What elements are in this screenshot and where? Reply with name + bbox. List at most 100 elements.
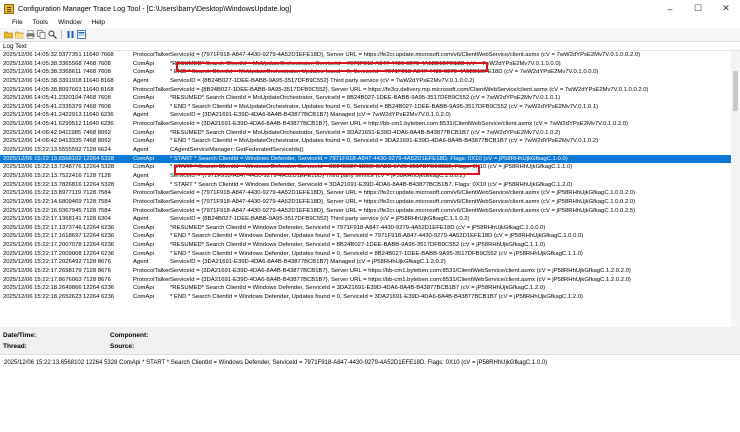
log-component: ProtocolTalker xyxy=(133,207,171,214)
log-row[interactable]: 2025/12/06 15:22:18.265262312264 6236 Com… xyxy=(0,293,731,302)
open-folder-icon[interactable] xyxy=(4,30,13,39)
maximize-button[interactable]: ☐ xyxy=(684,0,712,17)
menu-help[interactable]: Help xyxy=(86,19,110,26)
log-timestamp: 2025/12/06 15:22:13.6568102 xyxy=(3,155,82,162)
log-component: ComApi xyxy=(133,138,154,145)
log-row[interactable]: 2025/12/06 15:22:17.86760637128 8676 Prot… xyxy=(0,276,731,285)
highlight-icon[interactable] xyxy=(77,30,86,39)
log-row[interactable]: 2025/12/06 14:05:38.3368611 7468 7608 ComA… xyxy=(0,68,731,77)
log-row[interactable]: 2025/12/06 14:05:38.809766311640 8168 Pro… xyxy=(0,86,731,95)
log-component: ProtocolTalker xyxy=(133,190,171,197)
log-message: ServiceId = {7971F918-A847-4430-9279-4A5… xyxy=(170,52,641,58)
log-thread-id: 12264 6236 xyxy=(83,242,115,249)
log-row[interactable]: 2025/12/06 14:05:32.937735111640 7668 Pro… xyxy=(0,51,731,60)
log-row[interactable]: 2025/12/06 15:22:17.20264927128 8676 Agen… xyxy=(0,258,731,267)
log-row[interactable]: 2025/12/06 14:05:38.339191811640 8168 Age… xyxy=(0,77,731,86)
date-time-label: Date/Time: xyxy=(3,332,37,339)
log-message: * END * Search ClientId = Windows Defend… xyxy=(170,293,583,300)
close-button[interactable]: ✕ xyxy=(712,0,740,17)
log-message: ServiceId = {7971F918-A847-4430-9279-4A5… xyxy=(170,198,636,205)
log-message: ServiceID = {3DA21691-E39D-4DA6-8A4B-B43… xyxy=(170,259,446,266)
menu-bar: File Tools Window Help xyxy=(0,17,740,28)
log-thread-id: 12264 6236 xyxy=(83,250,115,257)
log-row[interactable]: 2025/12/06 14:05:41.23201047468 7608 ComA… xyxy=(0,94,731,103)
log-row[interactable]: 2025/12/06 15:22:13.724877612264 5328 Com… xyxy=(0,163,731,172)
log-list[interactable]: 2025/12/06 14:05:32.937735111640 7668 Pro… xyxy=(0,51,731,327)
log-timestamp: 2025/12/06 15:22:18.2649866 xyxy=(3,285,82,292)
log-timestamp: 2025/12/06 15:22:17.2026492 xyxy=(3,259,82,266)
log-row[interactable]: 2025/12/06 15:22:13.75224167128 7128 Agen… xyxy=(0,172,731,181)
log-timestamp: 2025/12/06 15:22:13.7248776 xyxy=(3,164,82,171)
minimize-button[interactable]: – xyxy=(656,0,684,17)
log-component: ComApi xyxy=(133,129,154,136)
open-icon[interactable] xyxy=(15,30,24,39)
log-vertical-scrollbar[interactable] xyxy=(731,51,740,327)
log-thread-id: 12264 6236 xyxy=(83,224,115,231)
log-message: ServiceId = {7971F918-A847-4430-9279-4A5… xyxy=(170,190,636,197)
menu-window[interactable]: Window xyxy=(53,19,86,26)
log-row[interactable]: 2025/12/06 14:06:42.9411985 7468 8092 ComA… xyxy=(0,129,731,138)
log-thread-id: 12264 5328 xyxy=(83,181,115,188)
log-row[interactable]: 2025/12/06 15:22:16.93679457128 7584 Prot… xyxy=(0,207,731,216)
log-timestamp: 2025/12/06 15:22:14.6809469 xyxy=(3,198,82,205)
log-component: ComApi xyxy=(133,95,154,102)
log-thread-id: 7128 6304 xyxy=(83,216,111,223)
log-message: *RESUMED* Search ClientId = MoUpdateOrch… xyxy=(170,95,561,102)
log-message: ServiceId = {3DA21691-E39D-4DA6-8A4B-B43… xyxy=(170,276,631,283)
find-icon[interactable] xyxy=(48,30,57,39)
log-component: Agent xyxy=(133,172,149,179)
log-timestamp: 2025/12/06 15:22:17.1373746 xyxy=(3,224,82,231)
log-text-header[interactable]: Log Text xyxy=(0,42,740,51)
log-row[interactable]: 2025/12/06 15:22:14.68094697128 7584 Prot… xyxy=(0,198,731,207)
log-timestamp: 2025/12/06 15:22:17.2009008 xyxy=(3,250,82,257)
log-component: Agent xyxy=(133,77,149,84)
log-row[interactable]: 2025/12/06 14:05:41.23353797468 7608 ComA… xyxy=(0,103,731,112)
log-thread-id: 11640 7668 xyxy=(83,52,114,58)
detail-log-text[interactable]: 2025/12/06 15:22:13.6568102 12264 5328 C… xyxy=(0,354,740,432)
copy-icon[interactable] xyxy=(37,30,46,39)
log-component: Agent xyxy=(133,147,149,154)
log-row[interactable]: 2025/12/06 15:22:17.200900812264 6236 Com… xyxy=(0,250,731,259)
log-thread-id: 7128 7584 xyxy=(83,190,111,197)
log-row[interactable]: 2025/12/06 15:22:17.26981797128 8676 Prot… xyxy=(0,267,731,276)
log-row[interactable]: 2025/12/06 15:22:13.55555927128 6624 Agen… xyxy=(0,146,731,155)
log-message: * END * Search ClientId = Windows Defend… xyxy=(170,250,583,257)
menu-file[interactable]: File xyxy=(0,19,28,26)
log-timestamp: 2025/12/06 15:22:13.7826816 xyxy=(3,181,82,188)
log-row[interactable]: 2025/12/06 15:22:17.13681417128 6304 Agen… xyxy=(0,215,731,224)
pause-icon[interactable] xyxy=(66,30,75,39)
log-row[interactable]: 2025/12/06 14:05:41.242291311640 6236 Age… xyxy=(0,111,731,120)
log-row[interactable]: 2025/12/06 15:22:13.8977119 7128 7584 Prot… xyxy=(0,189,731,198)
log-message: ServiceID = {3DA21691-E39D-4DA6-8A4B-B43… xyxy=(170,112,451,119)
print-icon[interactable] xyxy=(26,30,35,39)
log-row[interactable]: 2025/12/06 14:05:41.629951211640 6236 Pro… xyxy=(0,120,731,129)
log-thread-id: 7468 7608 xyxy=(83,103,111,110)
log-message: ServiceId = {3DA21691-E39D-4DA6-8A4B-B43… xyxy=(170,121,629,128)
log-row[interactable]: 2025/12/06 15:22:17.200707812264 6236 Com… xyxy=(0,241,731,250)
log-timestamp: 2025/12/06 15:22:17.8676063 xyxy=(3,276,82,283)
log-row[interactable]: 2025/12/06 14:05:38.33655687468 7608 ComA… xyxy=(0,60,731,69)
log-timestamp: 2025/12/06 15:22:17.1368141 xyxy=(3,216,82,223)
log-row[interactable]: 2025/12/06 15:22:17.161869712264 6236 Com… xyxy=(0,232,731,241)
menu-tools[interactable]: Tools xyxy=(28,19,53,26)
toolbar xyxy=(0,28,740,42)
log-message: * END * Search ClientId = MoUpdateOrches… xyxy=(170,69,599,76)
log-message: * START * Search ClientId = Windows Defe… xyxy=(170,155,568,162)
log-row[interactable]: 2025/12/06 14:06:42.94133357468 8092 ComA… xyxy=(0,137,731,146)
log-row[interactable]: 2025/12/06 15:22:13.782681612264 5328 Com… xyxy=(0,181,731,190)
log-row[interactable]: 2025/12/06 15:22:17.137374612264 6236 Com… xyxy=(0,224,731,233)
log-thread-id: 7128 7584 xyxy=(83,207,111,214)
log-thread-id: 12264 5328 xyxy=(83,164,115,171)
log-row-selected[interactable]: 2025/12/06 15:22:13.656810212264 5328 Com… xyxy=(0,154,731,164)
log-timestamp: 2025/12/06 14:05:41.2320104 xyxy=(3,95,82,102)
window-title: Configuration Manager Trace Log Tool - [… xyxy=(18,4,292,13)
log-row[interactable]: 2025/12/06 15:22:18.264986612264 6236 Com… xyxy=(0,284,731,293)
scrollbar-thumb[interactable] xyxy=(733,71,738,111)
log-message: *RESUMED* Search ClientId = Windows Defe… xyxy=(170,285,546,292)
log-timestamp: 2025/12/06 14:05:38.8097663 xyxy=(3,86,82,93)
log-message: * END * Search ClientId = MoUpdateOrches… xyxy=(170,138,599,145)
log-component: ComApi xyxy=(133,103,154,110)
log-message: ServiceId = {8B24B027-1DEE-BABB-9A95-351… xyxy=(170,86,649,93)
details-pane: Date/Time: Component: Thread: Source: 20… xyxy=(0,330,740,432)
log-component: ProtocolTalker xyxy=(133,198,171,205)
